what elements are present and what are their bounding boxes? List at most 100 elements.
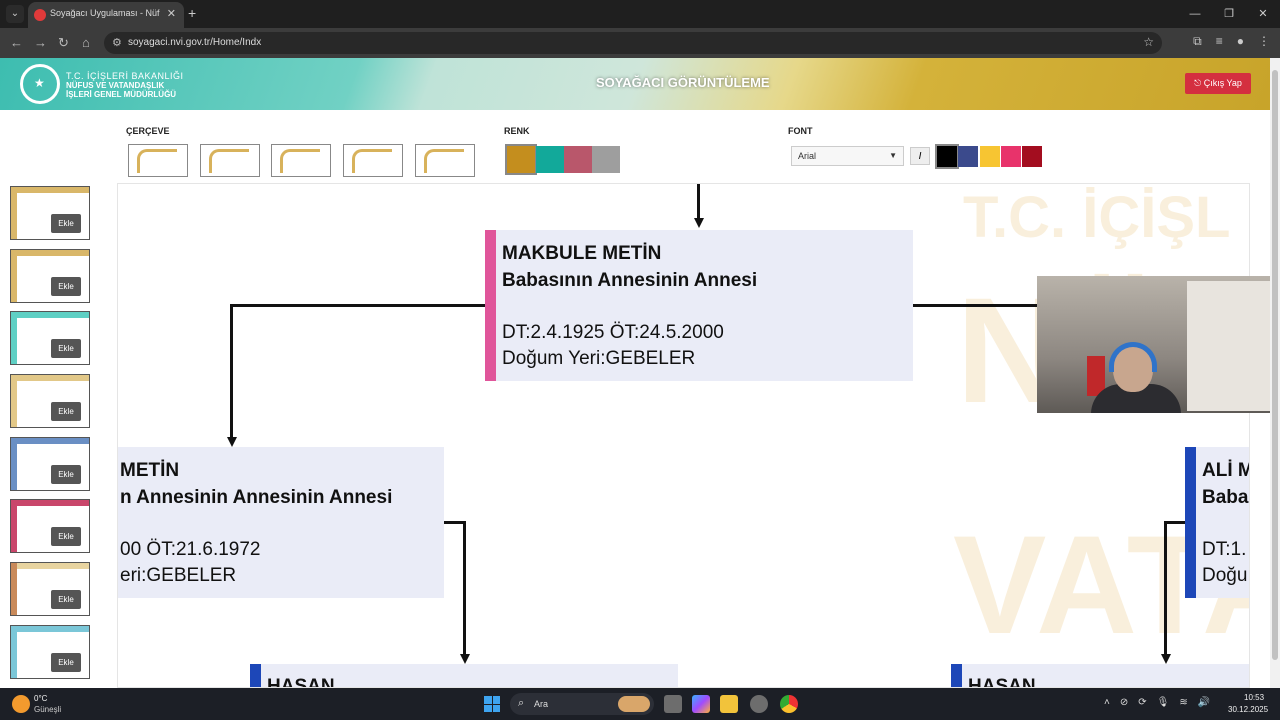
browser-menu-icon[interactable]: ⋮ xyxy=(1258,34,1270,49)
frame-ornament-icon xyxy=(424,149,464,173)
page-title: SOYAĞACI GÖRÜNTÜLEME xyxy=(596,75,770,90)
volume-icon[interactable]: 🔊 xyxy=(1198,697,1210,708)
copilot-icon[interactable] xyxy=(692,695,710,713)
color-swatch-rose[interactable] xyxy=(564,146,592,173)
window-close-icon[interactable]: ✕ xyxy=(1246,0,1280,28)
font-color-navy[interactable] xyxy=(958,146,978,167)
file-explorer-icon[interactable] xyxy=(720,695,738,713)
add-frame-button[interactable]: Ekle xyxy=(51,339,81,358)
node-color-bar xyxy=(250,664,261,687)
logout-icon: ⎋ xyxy=(1194,78,1204,88)
connector-line xyxy=(912,304,1038,307)
frame-option-1[interactable] xyxy=(128,144,188,177)
frame-option-5[interactable] xyxy=(415,144,475,177)
person-node-center[interactable]: MAKBULE METİN Babasının Annesinin Annesi… xyxy=(485,230,913,381)
frame-option-4[interactable] xyxy=(343,144,403,177)
maximize-icon[interactable]: ❐ xyxy=(1212,0,1246,28)
connector-line xyxy=(230,304,485,307)
logout-label: Çıkış Yap xyxy=(1203,78,1242,88)
add-frame-button[interactable]: Ekle xyxy=(51,590,81,609)
person-dates: DT:1. xyxy=(1202,539,1247,560)
network-off-icon[interactable]: ⊘ xyxy=(1120,697,1128,708)
person-name: HASAN xyxy=(267,676,335,688)
chevron-down-icon: ▼ xyxy=(889,151,897,160)
person-dates: 00 ÖT:21.6.1972 xyxy=(120,539,261,560)
add-frame-button[interactable]: Ekle xyxy=(51,214,81,233)
font-color-yellow[interactable] xyxy=(980,146,1000,167)
microphone-icon[interactable]: 🎙 xyxy=(1157,697,1170,708)
thumb-border xyxy=(11,375,89,381)
thumb-border xyxy=(11,312,89,318)
bookmark-star-icon[interactable]: ☆ xyxy=(1143,35,1154,49)
color-swatch-gold[interactable] xyxy=(505,144,537,175)
thumb-border xyxy=(11,563,89,569)
profile-avatar-icon[interactable]: ● xyxy=(1237,34,1244,49)
extensions-icon[interactable]: ⧉ xyxy=(1193,34,1202,49)
os-taskbar: 0°C Güneşli ⌕ Ara ˄ ⊘ ⟳ 🎙 ≋ 🔊 10:53 30.1… xyxy=(0,688,1280,720)
home-icon[interactable]: ⌂ xyxy=(82,35,90,50)
italic-button[interactable]: I xyxy=(910,147,930,165)
logout-button[interactable]: ⎋ Çıkış Yap xyxy=(1185,73,1251,94)
person-node-bottom-right[interactable]: HASAN xyxy=(951,664,1249,687)
frame-thumbnail-4: Ekle xyxy=(10,374,90,428)
family-tree-canvas[interactable]: T.C. İÇİŞL NÜ VATA MAKBULE METİN Babasın… xyxy=(117,183,1250,688)
color-swatch-teal[interactable] xyxy=(536,146,564,173)
scrollbar-thumb[interactable] xyxy=(1272,70,1278,660)
minimize-icon[interactable]: — xyxy=(1178,0,1212,28)
font-color-crimson[interactable] xyxy=(1022,146,1042,167)
taskbar-search[interactable]: ⌕ Ara xyxy=(510,693,654,715)
connector-line xyxy=(463,521,466,656)
add-frame-button[interactable]: Ekle xyxy=(51,653,81,672)
site-info-icon[interactable]: ⚙ xyxy=(112,36,122,49)
browser-tab[interactable]: Soyağacı Uygulaması - Nüfus ve ✕ xyxy=(28,2,184,28)
chrome-icon[interactable] xyxy=(780,695,798,713)
thumb-border xyxy=(11,250,89,256)
node-color-bar xyxy=(951,664,962,687)
url-field[interactable]: ⚙ soyagaci.nvi.gov.tr/Home/Indx ☆ xyxy=(104,32,1162,54)
font-color-pink[interactable] xyxy=(1001,146,1021,167)
star-icon: ★ xyxy=(34,76,45,90)
add-frame-button[interactable]: Ekle xyxy=(51,465,81,484)
weather-sun-icon[interactable] xyxy=(12,695,30,713)
thumb-border xyxy=(11,500,17,552)
font-color-black[interactable] xyxy=(935,144,959,169)
logo-line1: T.C. İÇİŞLERİ BAKANLIĞI xyxy=(66,71,184,81)
person-relation: Baba xyxy=(1202,487,1249,508)
task-view-icon[interactable] xyxy=(664,695,682,713)
tab-close-icon[interactable]: ✕ xyxy=(167,7,176,20)
person-node-right[interactable]: ALİ M Baba DT:1. Doğu xyxy=(1185,447,1249,598)
back-icon[interactable]: ← xyxy=(10,35,23,50)
chevron-up-icon[interactable]: ˄ xyxy=(1104,697,1110,708)
font-select[interactable]: Arial ▼ xyxy=(791,146,904,166)
person-name: MAKBULE METİN xyxy=(502,243,662,264)
font-label: FONT xyxy=(788,126,813,136)
frame-ornament-icon xyxy=(352,149,392,173)
add-frame-button[interactable]: Ekle xyxy=(51,527,81,546)
reading-list-icon[interactable]: ≡ xyxy=(1216,34,1223,49)
color-swatch-gray[interactable] xyxy=(592,146,620,173)
connector-line xyxy=(697,184,700,219)
watermark-text: T.C. İÇİŞL xyxy=(963,185,1231,250)
sync-icon[interactable]: ⟳ xyxy=(1138,697,1146,708)
connector-line xyxy=(230,304,233,440)
person-node-bottom-left[interactable]: HASAN xyxy=(250,664,678,688)
forward-icon[interactable]: → xyxy=(34,35,47,50)
app-icon[interactable] xyxy=(750,695,768,713)
start-button-icon[interactable] xyxy=(484,696,500,712)
frame-option-3[interactable] xyxy=(271,144,331,177)
thumb-border xyxy=(11,250,17,302)
wifi-icon[interactable]: ≋ xyxy=(1179,697,1187,708)
frame-ornament-icon xyxy=(209,149,249,173)
new-tab-icon[interactable]: + xyxy=(188,5,196,21)
weather-desc: Güneşli xyxy=(34,705,62,714)
tab-list-dropdown-icon[interactable]: ⌄ xyxy=(6,5,24,23)
add-frame-button[interactable]: Ekle xyxy=(51,277,81,296)
clock-date[interactable]: 30.12.2025 xyxy=(1228,705,1268,714)
add-frame-button[interactable]: Ekle xyxy=(51,402,81,421)
person-node-left[interactable]: METİN n Annesinin Annesinin Annesi 00 ÖT… xyxy=(118,447,444,598)
page-scrollbar[interactable] xyxy=(1270,58,1280,688)
frame-option-2[interactable] xyxy=(200,144,260,177)
reload-icon[interactable]: ↻ xyxy=(58,35,69,51)
clock-time[interactable]: 10:53 xyxy=(1244,693,1264,702)
arrow-down-icon xyxy=(227,437,237,447)
